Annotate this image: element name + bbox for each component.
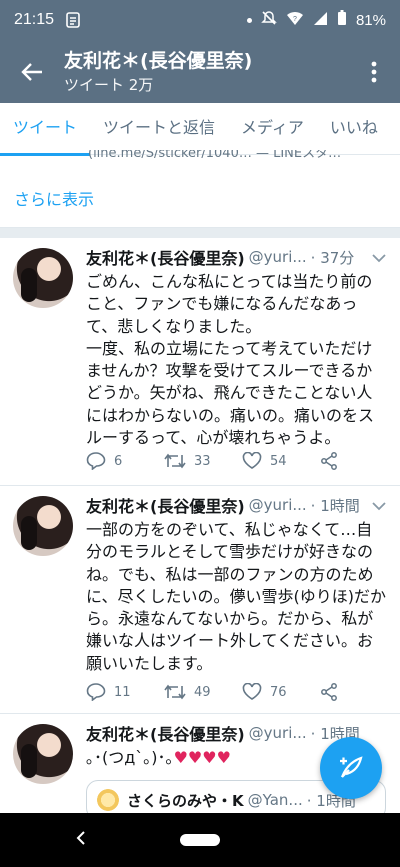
more-options-button[interactable] [348,40,400,103]
tweet-actions: 6 33 54 [86,452,356,470]
battery-icon [337,10,347,30]
reply-button[interactable]: 6 [86,452,164,470]
tweet-author-handle: @yuri... [248,496,307,514]
status-bar: 21:15 ? 81% [0,0,400,40]
tweet[interactable]: 友利花＊(長谷優里奈) @yuri... · 37分 ごめん、こんな私にとっては… [0,238,400,486]
quoted-author-name: さくらのみや・K [127,791,244,810]
app-header: 21:15 ? 81% 友利花＊(長谷優里奈) ツイート 2万 [0,0,400,103]
tweet-actions: 11 49 76 [86,683,356,701]
tab-likes[interactable]: いいね [317,103,391,155]
compose-feather-icon [340,756,363,778]
reply-icon [86,452,106,470]
like-count: 76 [270,684,287,700]
reply-button[interactable]: 11 [86,683,164,701]
avatar [97,789,119,811]
retweet-icon [164,453,186,469]
system-navigation-bar [0,813,400,867]
home-pill[interactable] [180,834,220,846]
reply-count: 11 [114,684,131,700]
share-icon [321,452,337,470]
retweet-button[interactable]: 49 [164,683,242,701]
retweet-button[interactable]: 33 [164,452,242,470]
status-app-icon [66,12,80,28]
quoted-author-handle: @Yan... [247,791,303,809]
share-button[interactable] [320,452,338,470]
tweet-text: ごめん、こんな私にとっては当たり前のこと、ファンでも嫌になるんだなあって、悲しく… [86,272,375,448]
mute-icon [261,10,277,30]
heart-icon [242,683,262,700]
share-button[interactable] [320,683,338,701]
like-button[interactable]: 76 [242,683,320,701]
tab-tweets[interactable]: ツイート [0,103,91,156]
section-divider [0,228,400,238]
arrow-left-icon [21,62,42,81]
profile-tabs: ツイート ツイートと返信 メディア いいね [0,103,400,156]
more-vertical-icon [371,61,377,82]
retweet-count: 33 [194,453,211,469]
show-more-link[interactable]: さらに表示 [0,180,400,228]
tweet-author-name: 友利花＊(長谷優里奈) [86,497,245,516]
chevron-down-icon[interactable] [372,496,386,515]
avatar[interactable] [13,724,73,784]
retweet-icon [164,684,186,700]
tab-media[interactable]: メディア [228,103,317,155]
chevron-left-icon[interactable] [76,830,86,851]
tweet-text: 一部の方をのぞいて、私じゃなくて…自分のモラルとそして雪歩だけが好きなのね。でも… [86,520,387,673]
avatar[interactable] [13,248,73,308]
battery-percent: 81% [355,11,386,29]
tweet[interactable]: 友利花＊(長谷優里奈) @yuri... · 1時間 一部の方をのぞいて、私じゃ… [0,486,400,714]
back-button[interactable] [0,40,64,103]
tweet-author-name: 友利花＊(長谷優里奈) [86,249,245,268]
reply-icon [86,683,106,701]
reply-count: 6 [114,453,123,469]
chevron-down-icon[interactable] [372,248,386,267]
tweet-author-handle: @yuri... [248,724,307,742]
cutoff-link-text: (line.me/S/sticker/1040… — LINEスタ… [88,150,342,160]
signal-icon [313,11,328,30]
like-button[interactable]: 54 [242,452,320,470]
tweet-time: · 1時間 [310,496,360,515]
tab-tweets-and-replies[interactable]: ツイートと返信 [90,103,228,155]
tweet-count: ツイート 2万 [64,75,154,94]
status-time: 21:15 [14,11,55,28]
tweet-author-handle: @yuri... [248,248,307,266]
retweet-count: 49 [194,684,211,700]
tweet-time: · 37分 [310,248,355,267]
svg-text:?: ? [293,16,297,23]
heart-icon [242,452,262,469]
compose-tweet-button[interactable] [320,737,382,799]
avatar[interactable] [13,496,73,556]
wifi-icon: ? [286,11,304,30]
share-icon [321,683,337,701]
tweet-author-name: 友利花＊(長谷優里奈) [86,725,245,744]
notification-dot-icon [246,17,252,23]
page-title: 友利花＊(長谷優里奈) [64,49,253,72]
like-count: 54 [270,453,287,469]
